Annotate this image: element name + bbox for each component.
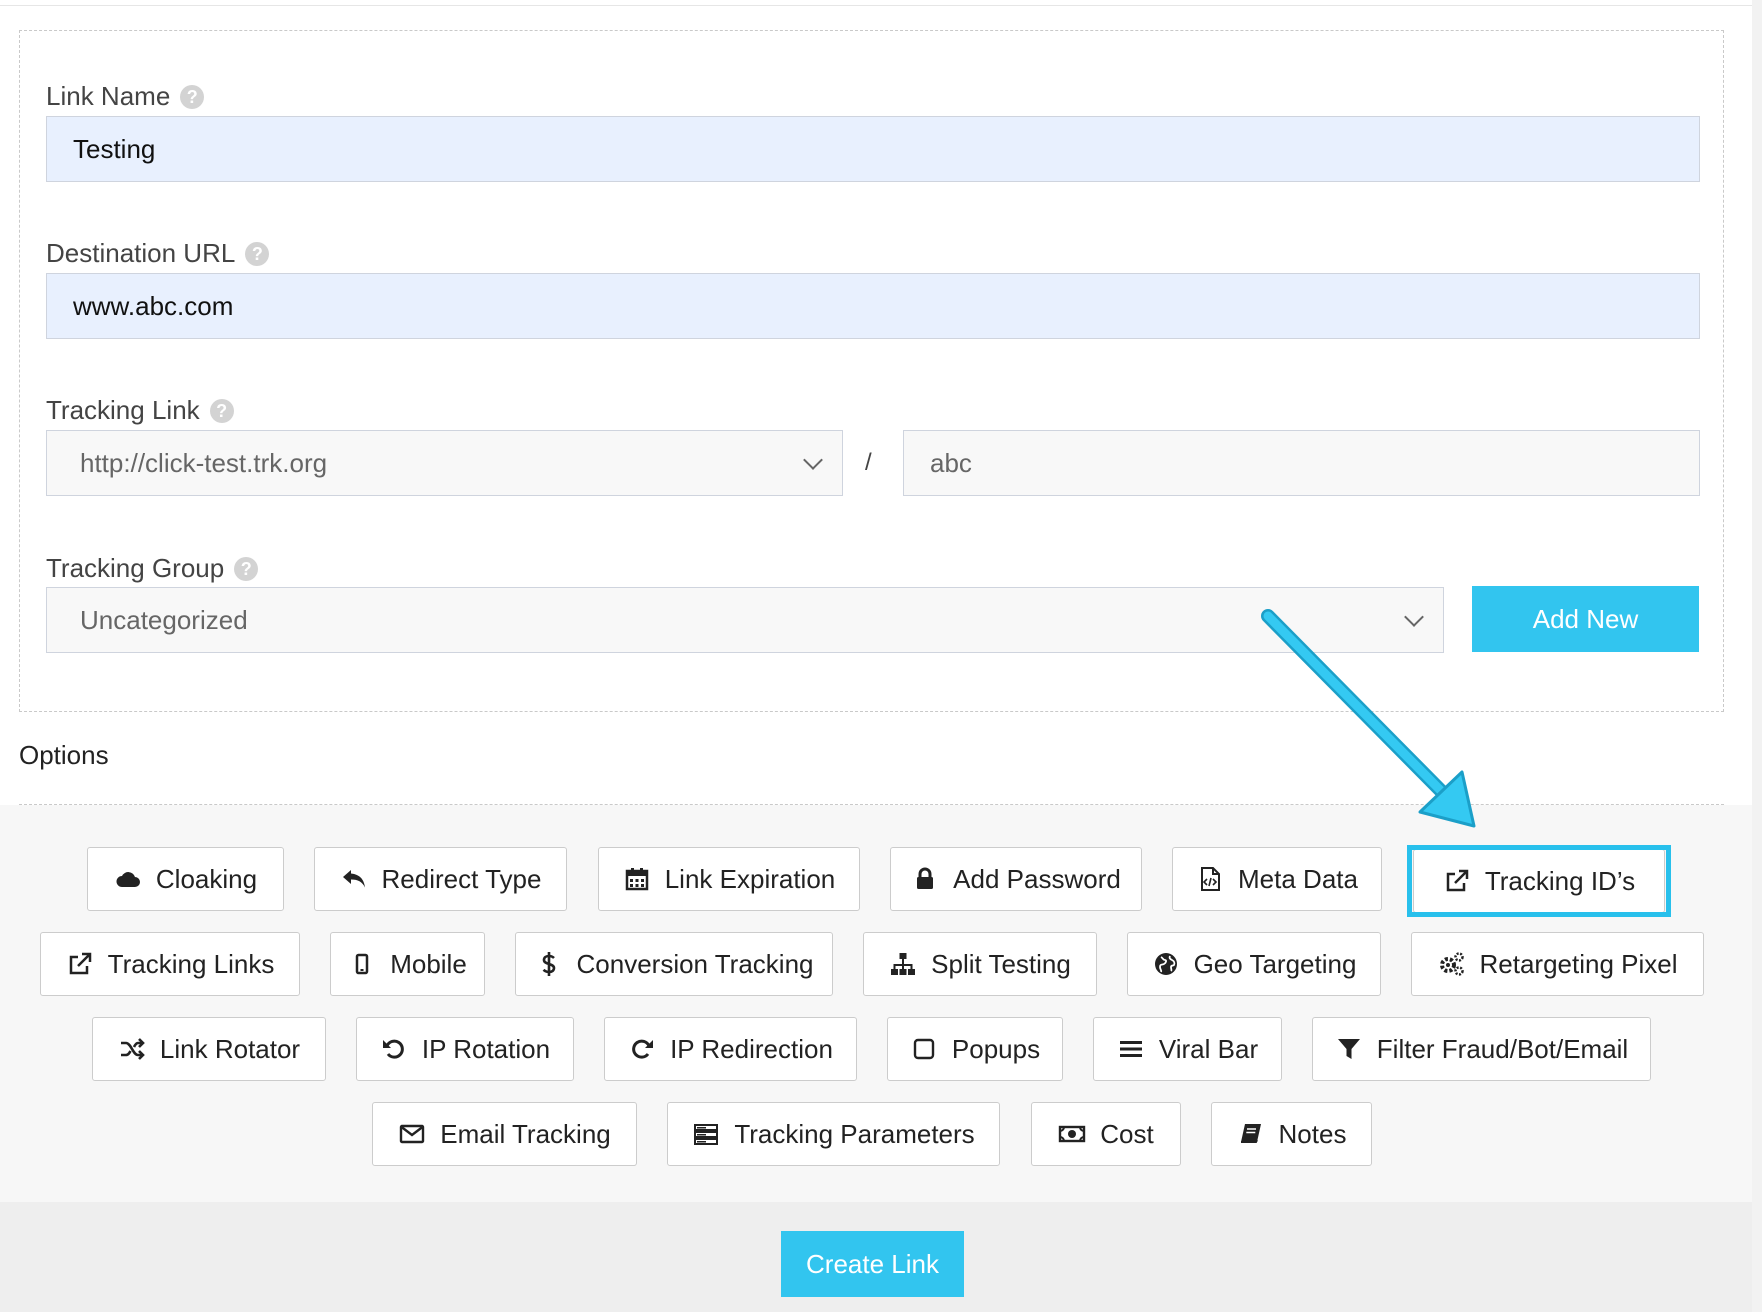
- link-name-label: Link Name ?: [46, 81, 205, 112]
- help-icon[interactable]: ?: [245, 241, 270, 266]
- reply-icon: [342, 870, 365, 888]
- chevron-down-icon: [803, 450, 823, 470]
- option-viral-bar-button[interactable]: Viral Bar: [1093, 1017, 1282, 1081]
- help-icon[interactable]: ?: [209, 398, 234, 423]
- book-icon: [1240, 1124, 1261, 1143]
- right-scroll-gutter: [1752, 0, 1762, 1312]
- option-geo-targeting-button[interactable]: Geo Targeting: [1127, 932, 1381, 996]
- create-link-button[interactable]: Create Link: [781, 1231, 964, 1297]
- options-title: Options: [19, 740, 109, 770]
- external-link-icon: [69, 952, 91, 975]
- option-tracking-links-button[interactable]: Tracking Links: [40, 932, 300, 996]
- destination-url-input[interactable]: www.abc.com: [46, 273, 1700, 339]
- options-divider: [19, 804, 1724, 805]
- option-email-tracking-button[interactable]: Email Tracking: [372, 1102, 637, 1166]
- option-notes-button[interactable]: Notes: [1211, 1102, 1372, 1166]
- cloud-icon: [116, 872, 140, 887]
- option-mobile-button[interactable]: Mobile: [330, 932, 485, 996]
- option-cost-button[interactable]: Cost: [1031, 1102, 1181, 1166]
- help-icon[interactable]: ?: [180, 84, 205, 109]
- shuffle-icon: [120, 1038, 145, 1060]
- gears-icon: [1439, 952, 1464, 976]
- option-ip-rotation-button[interactable]: IP Rotation: [356, 1017, 574, 1081]
- dollar-icon: [542, 952, 555, 976]
- option-tracking-parameters-button[interactable]: Tracking Parameters: [667, 1102, 1000, 1166]
- option-add-password-button[interactable]: Add Password: [890, 847, 1142, 911]
- lock-icon: [917, 867, 934, 889]
- option-link-expiration-button[interactable]: Link Expiration: [598, 847, 860, 911]
- code-file-icon: [1201, 867, 1221, 891]
- undo-icon: [382, 1039, 404, 1059]
- create-link-page: Link Name ? Testing Destination URL ? ww…: [0, 0, 1762, 1312]
- option-meta-data-button[interactable]: Meta Data: [1172, 847, 1382, 911]
- tracking-group-select[interactable]: Uncategorized: [46, 587, 1444, 653]
- option-retargeting-pixel-button[interactable]: Retargeting Pixel: [1411, 932, 1704, 996]
- option-popups-button[interactable]: Popups: [887, 1017, 1063, 1081]
- option-redirect-type-button[interactable]: Redirect Type: [314, 847, 567, 911]
- server-icon: [694, 1124, 719, 1145]
- globe-icon: [1154, 953, 1177, 975]
- tracking-slug-input[interactable]: abc: [903, 430, 1700, 496]
- envelope-icon: [400, 1124, 425, 1144]
- money-icon: [1059, 1125, 1086, 1143]
- url-separator: /: [865, 449, 872, 476]
- calendar-icon: [625, 868, 648, 891]
- redo-icon: [632, 1039, 654, 1059]
- destination-url-label: Destination URL ?: [46, 238, 270, 269]
- tracking-group-label: Tracking Group ?: [46, 553, 259, 584]
- option-link-rotator-button[interactable]: Link Rotator: [92, 1017, 326, 1081]
- option-ip-redirection-button[interactable]: IP Redirection: [604, 1017, 857, 1081]
- option-conversion-tracking-button[interactable]: Conversion Tracking: [515, 932, 833, 996]
- option-tracking-ids-button[interactable]: Tracking ID’s: [1413, 849, 1665, 913]
- link-form: Link Name ? Testing Destination URL ? ww…: [19, 30, 1724, 712]
- tracking-domain-select[interactable]: http://click-test.trk.org: [46, 430, 843, 496]
- option-cloaking-button[interactable]: Cloaking: [87, 847, 284, 911]
- help-icon[interactable]: ?: [234, 556, 259, 581]
- top-divider: [0, 5, 1752, 6]
- square-icon: [913, 1038, 935, 1060]
- tracking-link-label: Tracking Link ?: [46, 395, 234, 426]
- link-name-input[interactable]: Testing: [46, 116, 1700, 182]
- bars-icon: [1119, 1041, 1142, 1057]
- option-filter-fraud-button[interactable]: Filter Fraud/Bot/Email: [1312, 1017, 1651, 1081]
- chevron-down-icon: [1404, 607, 1424, 627]
- external-link-icon: [1446, 869, 1469, 892]
- option-split-testing-button[interactable]: Split Testing: [863, 932, 1097, 996]
- mobile-icon: [355, 953, 369, 975]
- filter-icon: [1337, 1039, 1360, 1059]
- add-new-group-button[interactable]: Add New: [1472, 586, 1699, 652]
- sitemap-icon: [891, 953, 916, 975]
